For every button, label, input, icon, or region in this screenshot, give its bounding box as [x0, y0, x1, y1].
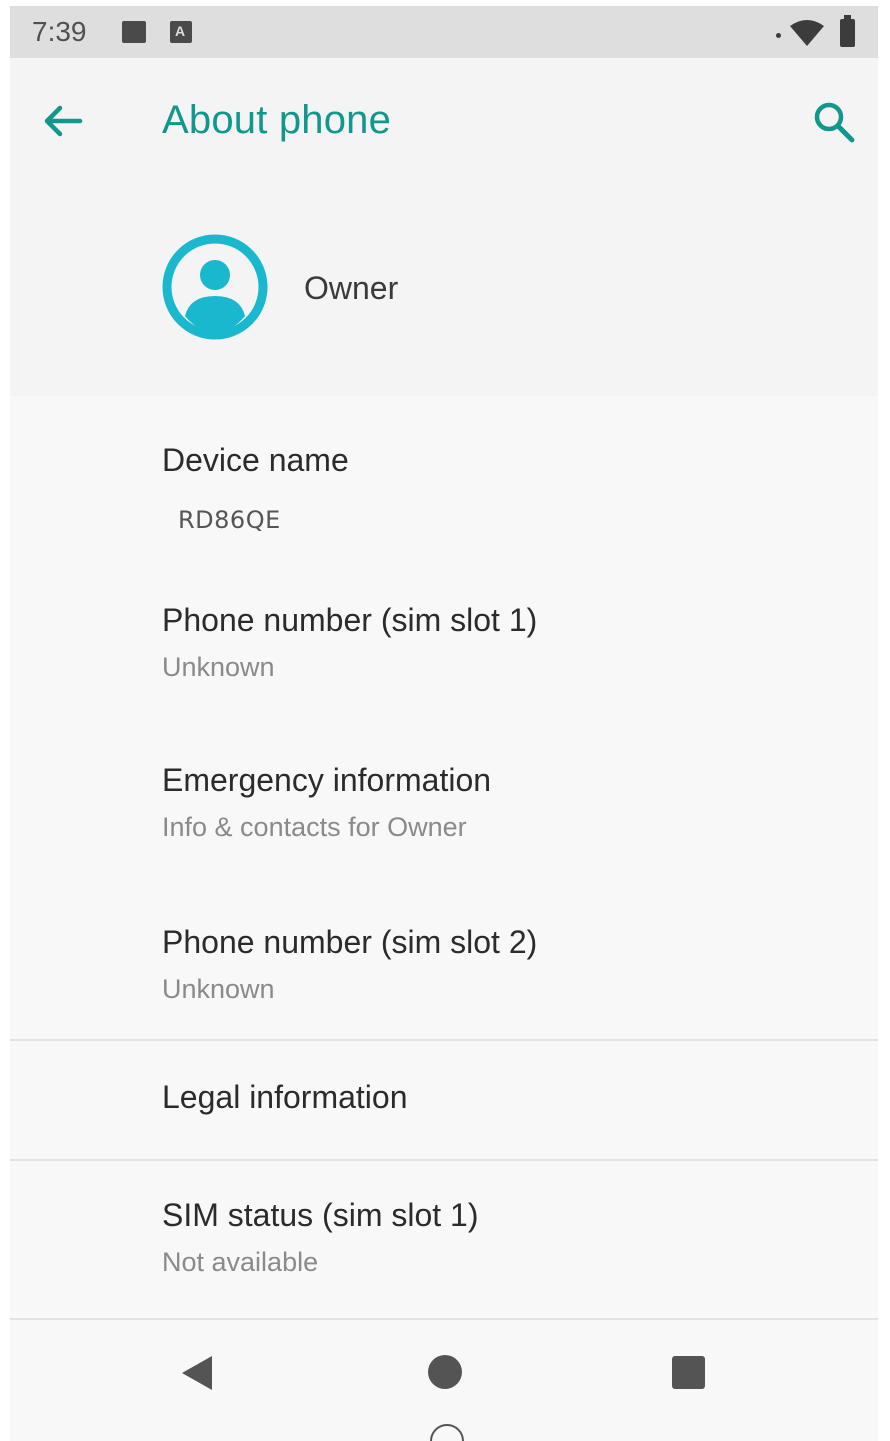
back-triangle-icon[interactable] [182, 1356, 212, 1390]
signal-dot-icon [776, 33, 781, 38]
navigation-bar [10, 1322, 878, 1441]
divider [10, 1318, 878, 1320]
pref-title: Legal information [162, 1079, 408, 1115]
toolbar: About phone [10, 58, 878, 188]
image-icon [122, 21, 146, 43]
owner-name: Owner [304, 270, 399, 306]
wifi-icon [790, 20, 824, 46]
pref-summary: Not available [162, 1247, 319, 1277]
a-letter-icon [170, 21, 192, 43]
pref-title: Phone number (sim slot 1) [162, 602, 538, 638]
circle-outline-icon [430, 1424, 464, 1441]
sim-status-sim1-item[interactable]: SIM status (sim slot 1) Not available [10, 1161, 878, 1319]
search-icon[interactable] [810, 98, 858, 146]
status-bar: 7:39 [10, 6, 878, 58]
battery-icon [840, 15, 855, 47]
recents-square-icon[interactable] [672, 1356, 705, 1389]
status-time: 7:39 [32, 16, 87, 47]
legal-information-item[interactable]: Legal information [10, 1041, 878, 1159]
owner-header[interactable]: Owner [10, 188, 878, 396]
pref-summary: Unknown [162, 652, 275, 682]
page-title: About phone [162, 98, 392, 142]
back-arrow-icon[interactable] [40, 98, 86, 144]
device-name-value: RD86QE [178, 506, 281, 534]
pref-summary: Unknown [162, 974, 275, 1004]
device-name-item[interactable]: Device name RD86QE [10, 396, 878, 566]
emergency-information-item[interactable]: Emergency information Info & contacts fo… [10, 726, 878, 886]
pref-title: Phone number (sim slot 2) [162, 924, 538, 960]
avatar-icon [162, 234, 268, 340]
phone-number-sim2-item[interactable]: Phone number (sim slot 2) Unknown [10, 886, 878, 1042]
pref-title: SIM status (sim slot 1) [162, 1197, 479, 1233]
phone-number-sim1-item[interactable]: Phone number (sim slot 1) Unknown [10, 566, 878, 726]
pref-title: Device name [162, 442, 349, 478]
pref-summary: Info & contacts for Owner [162, 812, 467, 842]
about-phone-screen: 7:39 About phone Owner Device name RD86Q… [10, 6, 878, 1441]
home-circle-icon[interactable] [428, 1355, 462, 1389]
pref-title: Emergency information [162, 762, 492, 798]
